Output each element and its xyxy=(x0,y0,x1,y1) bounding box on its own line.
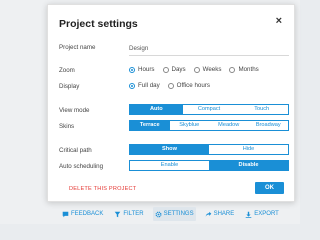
radio-selected-icon xyxy=(129,82,135,89)
feedback-button[interactable]: FEEDBACK xyxy=(60,207,105,221)
close-icon[interactable]: × xyxy=(276,15,282,27)
display-option-full-day[interactable]: Full day xyxy=(129,82,160,89)
auto-scheduling-label: Auto scheduling xyxy=(59,163,104,170)
bottom-toolbar: FEEDBACK FILTER SETTINGS SHARE EXPORT xyxy=(60,207,281,221)
zoom-option-days[interactable]: Days xyxy=(162,66,186,73)
critical-path-hide[interactable]: Hide xyxy=(209,145,288,154)
auto-scheduling-disable[interactable]: Disable xyxy=(209,161,288,170)
toolbar-label: SHARE xyxy=(213,211,235,217)
download-icon xyxy=(245,211,252,218)
project-name-input[interactable] xyxy=(129,42,289,54)
chat-icon xyxy=(62,211,69,217)
export-button[interactable]: EXPORT xyxy=(243,207,281,221)
skin-broadway[interactable]: Broadway xyxy=(248,121,288,130)
skin-meadow[interactable]: Meadow xyxy=(209,121,249,130)
radio-icon xyxy=(229,66,236,73)
gear-icon xyxy=(155,211,162,217)
skins-label: Skins xyxy=(59,123,75,130)
critical-path-show[interactable]: Show xyxy=(130,145,209,154)
view-mode-compact[interactable]: Compact xyxy=(182,105,236,114)
critical-path-segmented: Show Hide xyxy=(129,144,289,155)
ok-button[interactable]: OK xyxy=(255,182,284,194)
toolbar-label: FEEDBACK xyxy=(71,211,104,217)
project-name-underline xyxy=(129,55,289,56)
share-icon xyxy=(205,211,211,217)
auto-scheduling-segmented: Enable Disable xyxy=(129,160,289,171)
radio-icon xyxy=(193,66,200,73)
zoom-option-months[interactable]: Months xyxy=(229,66,259,73)
filter-button[interactable]: FILTER xyxy=(112,207,145,221)
filter-icon xyxy=(115,211,121,217)
display-radio-group: Full day Office hours xyxy=(129,82,210,89)
zoom-option-hours[interactable]: Hours xyxy=(129,66,155,73)
project-name-label: Project name xyxy=(59,44,96,51)
radio-label: Hours xyxy=(138,66,155,73)
view-mode-touch[interactable]: Touch xyxy=(235,105,289,114)
critical-path-label: Critical path xyxy=(59,147,92,154)
view-mode-auto[interactable]: Auto xyxy=(130,105,183,114)
toolbar-label: SETTINGS xyxy=(163,211,194,217)
display-label: Display xyxy=(59,83,80,90)
skins-segmented: Terrace Skyblue Meadow Broadway xyxy=(129,120,289,131)
radio-selected-icon xyxy=(129,66,135,73)
delete-project-link[interactable]: DELETE THIS PROJECT xyxy=(69,186,136,192)
display-option-office-hours[interactable]: Office hours xyxy=(167,82,210,89)
auto-scheduling-enable[interactable]: Enable xyxy=(130,161,209,170)
toolbar-label: FILTER xyxy=(123,211,144,217)
radio-label: Months xyxy=(238,66,259,73)
view-mode-label: View mode xyxy=(59,107,90,114)
share-button[interactable]: SHARE xyxy=(203,207,237,221)
radio-icon xyxy=(167,82,174,89)
project-settings-dialog: Project settings × Project name Zoom Hou… xyxy=(47,4,295,202)
skin-terrace[interactable]: Terrace xyxy=(130,121,170,130)
radio-label: Days xyxy=(171,66,186,73)
settings-button[interactable]: SETTINGS xyxy=(152,207,196,221)
radio-label: Weeks xyxy=(202,66,222,73)
radio-label: Full day xyxy=(138,82,160,89)
toolbar-label: EXPORT xyxy=(254,211,279,217)
skin-skyblue[interactable]: Skyblue xyxy=(169,121,209,130)
dialog-title: Project settings xyxy=(59,18,138,30)
view-mode-segmented: Auto Compact Touch xyxy=(129,104,289,115)
zoom-radio-group: Hours Days Weeks Months xyxy=(129,66,259,73)
zoom-label: Zoom xyxy=(59,67,75,74)
radio-label: Office hours xyxy=(176,82,210,89)
radio-icon xyxy=(162,66,169,73)
zoom-option-weeks[interactable]: Weeks xyxy=(193,66,222,73)
